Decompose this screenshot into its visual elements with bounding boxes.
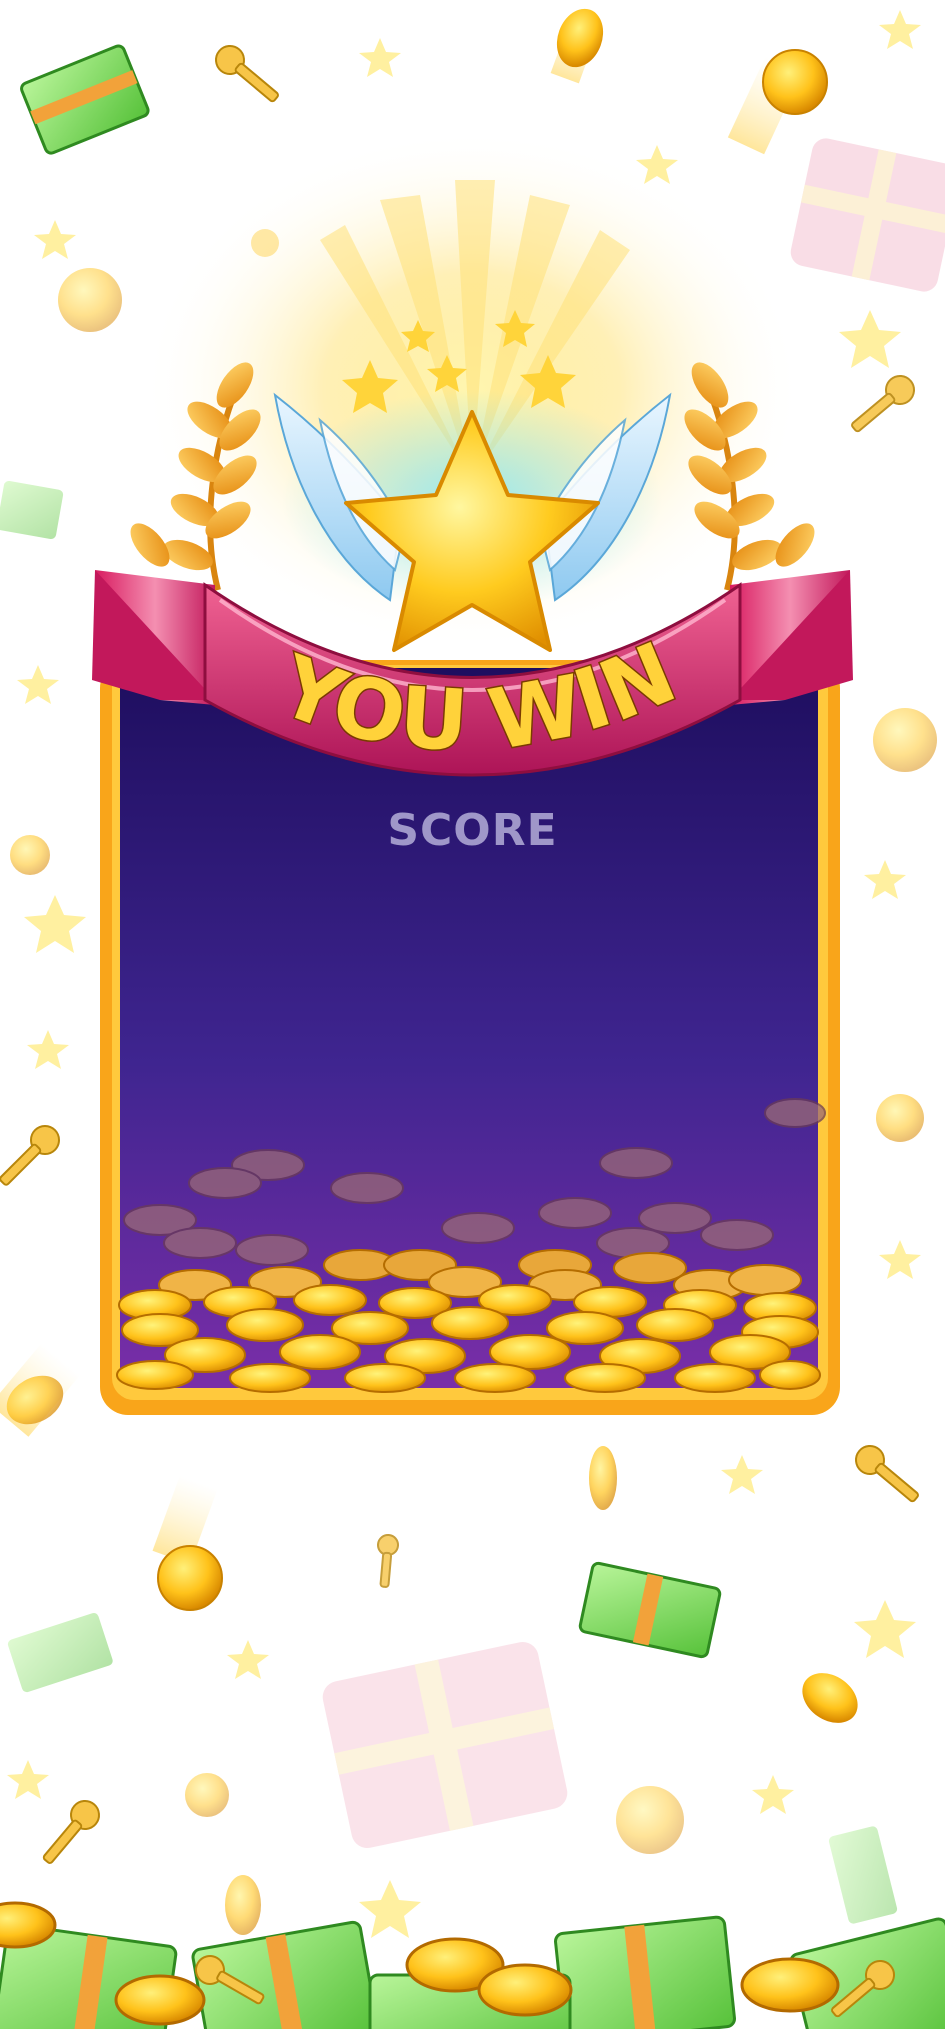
cash-stack-icon [7, 1613, 113, 1693]
score-label: SCORE [387, 805, 558, 856]
cash-stack-icon [578, 1561, 722, 1659]
ribbon-banner: YOU WIN [92, 570, 853, 777]
treasure-chest-icon [322, 1641, 568, 1849]
cash-stack-icon [828, 1826, 898, 1924]
win-screen: YOU WIN SCORE [0, 0, 945, 2029]
